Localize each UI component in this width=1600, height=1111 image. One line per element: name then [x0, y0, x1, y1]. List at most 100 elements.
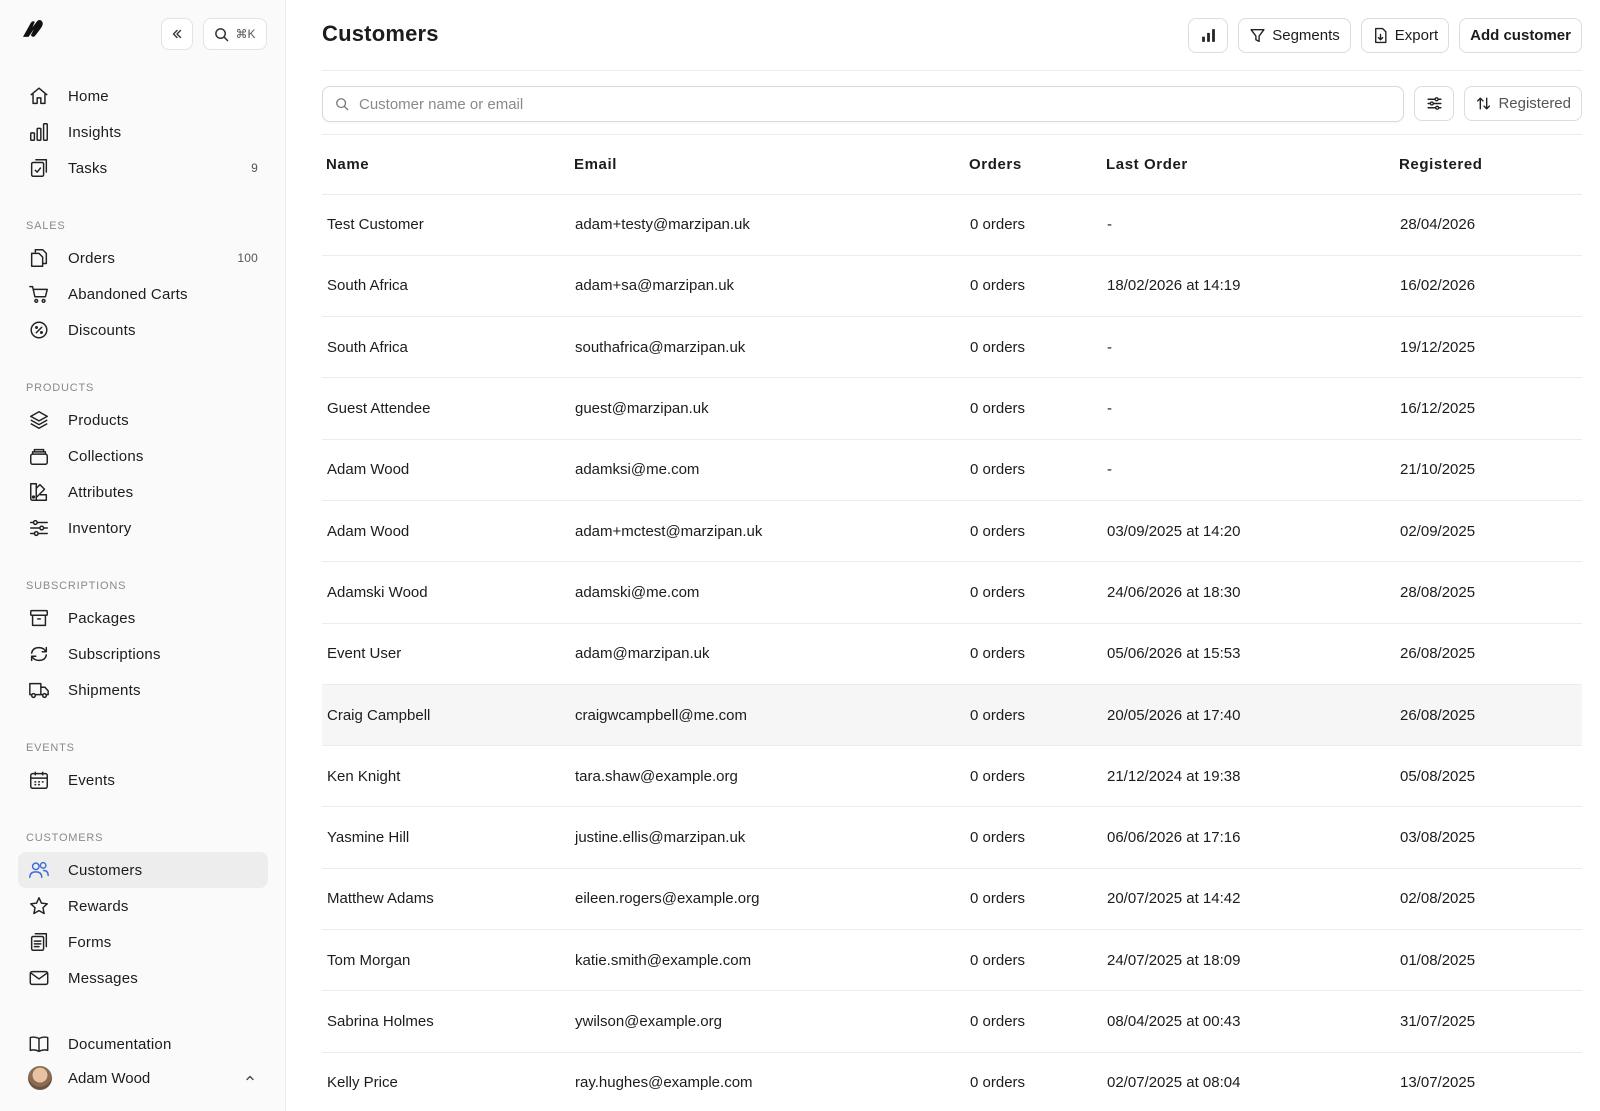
column-header-last-order[interactable]: Last Order: [1102, 135, 1395, 195]
table-row[interactable]: Adam Wood adam+mctest@marzipan.uk 0 orders…: [322, 500, 1582, 563]
segments-button[interactable]: Segments: [1238, 18, 1351, 53]
insights-button[interactable]: [1188, 18, 1229, 53]
cell-email: adamski@me.com: [570, 561, 965, 624]
sidebar-item-label: Attributes: [68, 483, 134, 501]
archive-box-icon: [28, 607, 50, 629]
table-row[interactable]: South Africa southafrica@marzipan.uk 0 ord…: [322, 316, 1582, 379]
sidebar-item-label: Packages: [68, 609, 136, 627]
table-row[interactable]: Yasmine Hill justine.ellis@marzipan.uk 0 o…: [322, 806, 1582, 869]
chevron-up-icon: [246, 1075, 254, 1081]
sidebar-item-collections[interactable]: Collections: [18, 438, 268, 474]
add-customer-button[interactable]: Add customer: [1459, 18, 1582, 53]
cell-registered: 31/07/2025: [1395, 990, 1582, 1053]
table-row[interactable]: Adamski Wood adamski@me.com 0 orders 24/06/…: [322, 561, 1582, 624]
sidebar-item-shipments[interactable]: Shipments: [18, 672, 268, 708]
table-row[interactable]: Kelly Price ray.hughes@example.com 0 order…: [322, 1052, 1582, 1111]
cell-last-order: 24/07/2025 at 18:09: [1102, 929, 1395, 992]
sidebar-item-documentation[interactable]: Documentation: [18, 1026, 268, 1062]
customers-table: Name Email Orders Last Order Registered …: [322, 135, 1582, 1111]
cell-last-order: 03/09/2025 at 14:20: [1102, 500, 1395, 563]
column-header-email[interactable]: Email: [570, 135, 965, 195]
sidebar-item-orders[interactable]: Orders 100: [18, 240, 268, 276]
column-header-registered[interactable]: Registered: [1395, 135, 1582, 195]
cell-last-order: 08/04/2025 at 00:43: [1102, 990, 1395, 1053]
swatch-icon: [28, 481, 50, 503]
section-label-customers: CUSTOMERS: [26, 832, 104, 844]
page-actions: Segments Export Add customer: [1188, 18, 1582, 53]
sidebar-item-messages[interactable]: Messages: [18, 960, 268, 996]
sidebar-item-insights[interactable]: Insights: [18, 114, 268, 150]
brand-logo-icon[interactable]: [18, 18, 50, 46]
sort-button[interactable]: Registered: [1464, 86, 1582, 121]
sidebar-item-rewards[interactable]: Rewards: [18, 888, 268, 924]
sidebar-item-tasks[interactable]: Tasks 9: [18, 150, 268, 186]
table-row[interactable]: Matthew Adams eileen.rogers@example.org 0 …: [322, 868, 1582, 931]
table-row[interactable]: Tom Morgan katie.smith@example.com 0 order…: [322, 929, 1582, 992]
cart-icon: [28, 283, 50, 305]
sidebar-item-label: Insights: [68, 123, 122, 141]
sidebar-item-label: Messages: [68, 969, 138, 987]
cell-email: guest@marzipan.uk: [570, 377, 965, 440]
cell-orders: 0 orders: [965, 990, 1102, 1053]
table-row[interactable]: Test Customer adam+testy@marzipan.uk 0 ord…: [322, 194, 1582, 256]
sidebar-item-products[interactable]: Products: [18, 402, 268, 438]
home-icon: [28, 85, 50, 107]
cell-registered: 01/08/2025: [1395, 929, 1582, 992]
sort-arrows-icon: [1477, 97, 1491, 110]
cell-name: Ken Knight: [322, 745, 570, 808]
cell-registered: 26/08/2025: [1395, 623, 1582, 685]
cell-orders: 0 orders: [965, 745, 1102, 808]
cell-orders: 0 orders: [965, 929, 1102, 992]
cell-email: justine.ellis@marzipan.uk: [570, 806, 965, 869]
sidebar-item-inventory[interactable]: Inventory: [18, 510, 268, 546]
customer-search-field[interactable]: [322, 86, 1405, 122]
filter-settings-button[interactable]: [1414, 86, 1455, 121]
user-menu[interactable]: Adam Wood: [18, 1060, 268, 1096]
cell-name: Event User: [322, 623, 570, 685]
export-button[interactable]: Export: [1360, 18, 1450, 53]
table-row[interactable]: Ken Knight tara.shaw@example.org 0 orders 2…: [322, 745, 1582, 808]
table-row[interactable]: South Africa adam+sa@marzipan.uk 0 orders 1…: [322, 255, 1582, 318]
sidebar-item-discounts[interactable]: Discounts: [18, 312, 268, 348]
search-input[interactable]: [359, 95, 1392, 113]
sidebar-item-abandoned-carts[interactable]: Abandoned Carts: [18, 276, 268, 312]
chevrons-left-icon: [172, 29, 182, 39]
table-row[interactable]: Craig Campbell craigwcampbell@me.com 0 ord…: [322, 684, 1582, 747]
sidebar-item-customers[interactable]: Customers: [18, 852, 268, 888]
sidebar-item-forms[interactable]: Forms: [18, 924, 268, 960]
cell-last-order: -: [1102, 439, 1395, 501]
calendar-icon: [28, 769, 50, 791]
page-title: Customers: [322, 21, 439, 46]
table-row[interactable]: Event User adam@marzipan.uk 0 orders 05/06/…: [322, 623, 1582, 685]
cell-registered: 28/08/2025: [1395, 561, 1582, 624]
table-row[interactable]: Adam Wood adamksi@me.com 0 orders -21/10/20…: [322, 439, 1582, 501]
table-body: Test Customer adam+testy@marzipan.uk 0 ord…: [322, 194, 1582, 1111]
cell-last-order: 20/05/2026 at 17:40: [1102, 684, 1395, 747]
documents-icon: [28, 247, 50, 269]
avatar: [28, 1066, 52, 1090]
table-row[interactable]: Sabrina Holmes ywilson@example.org 0 order…: [322, 990, 1582, 1053]
sidebar-item-packages[interactable]: Packages: [18, 600, 268, 636]
table-row[interactable]: Guest Attendee guest@marzipan.uk 0 orders -…: [322, 377, 1582, 440]
cell-registered: 19/12/2025: [1395, 316, 1582, 379]
sidebar-item-events[interactable]: Events: [18, 762, 268, 798]
add-customer-button-label: Add customer: [1470, 27, 1571, 44]
section-label-events: EVENTS: [26, 742, 75, 754]
sidebar-item-subscriptions[interactable]: Subscriptions: [18, 636, 268, 672]
command-search-button[interactable]: ⌘K: [203, 18, 267, 50]
sidebar-item-label: Customers: [68, 861, 143, 879]
collapse-sidebar-button[interactable]: [161, 18, 193, 50]
cell-last-order: 21/12/2024 at 19:38: [1102, 745, 1395, 808]
search-toolbar: Registered: [322, 86, 1582, 122]
cell-registered: 26/08/2025: [1395, 684, 1582, 747]
cell-name: Craig Campbell: [322, 684, 570, 747]
sidebar-item-attributes[interactable]: Attributes: [18, 474, 268, 510]
column-header-name[interactable]: Name: [322, 135, 570, 195]
column-header-orders[interactable]: Orders: [965, 135, 1102, 195]
cell-name: Adamski Wood: [322, 561, 570, 624]
sidebar-item-home[interactable]: Home: [18, 78, 268, 114]
cell-name: Yasmine Hill: [322, 806, 570, 869]
bar-chart-icon: [28, 121, 50, 143]
sort-button-label: Registered: [1498, 95, 1571, 112]
book-icon: [28, 1033, 50, 1055]
